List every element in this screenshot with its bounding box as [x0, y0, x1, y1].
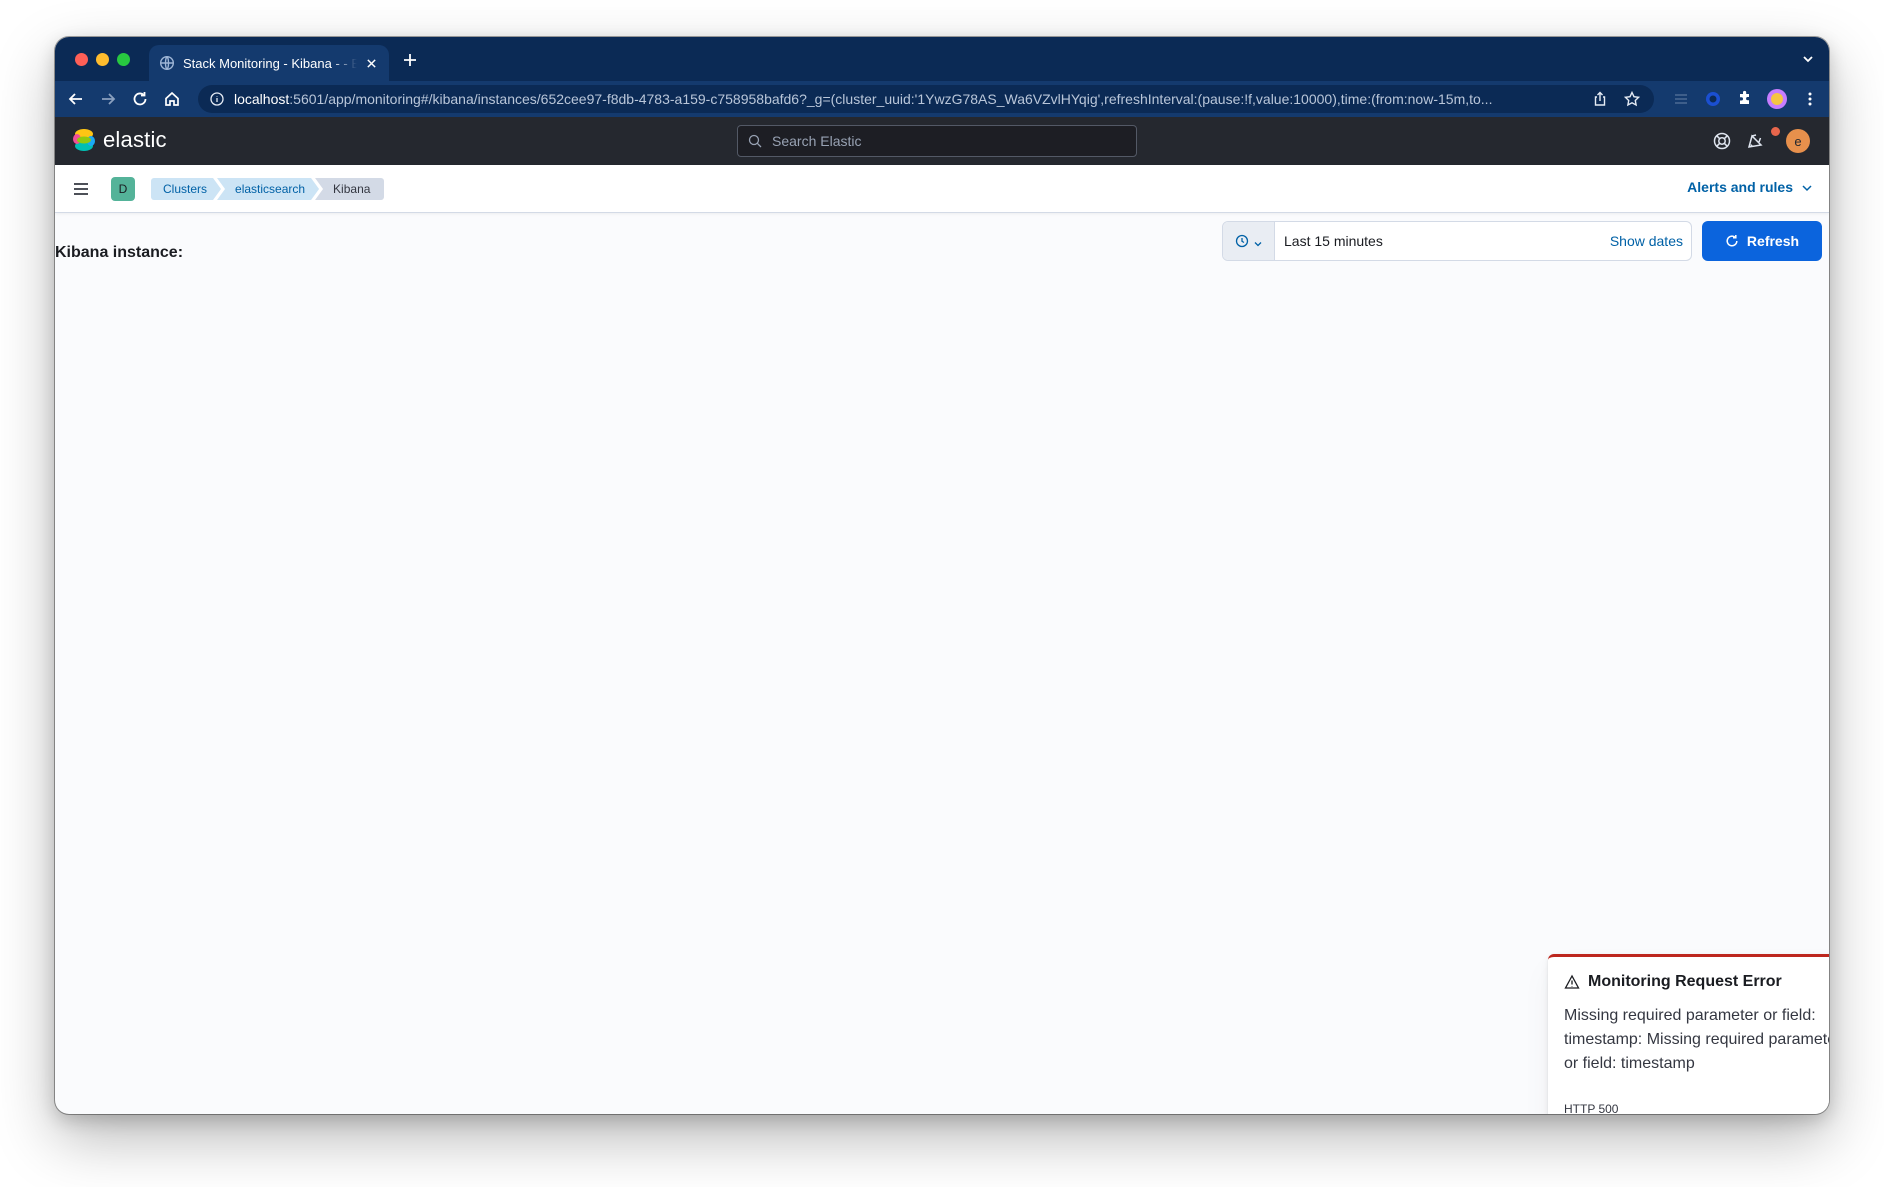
- search-icon: [748, 134, 762, 148]
- global-search[interactable]: [737, 125, 1137, 157]
- reload-icon[interactable]: [131, 90, 149, 108]
- url-text: localhost:5601/app/monitoring#/kibana/in…: [234, 91, 1592, 107]
- chevron-down-icon: [1253, 236, 1263, 247]
- close-icon[interactable]: [363, 55, 379, 71]
- date-picker: Last 15 minutes Show dates: [1222, 221, 1692, 261]
- info-icon[interactable]: [210, 92, 224, 106]
- extension-circle-icon[interactable]: [1704, 90, 1722, 108]
- back-arrow-icon[interactable]: [67, 90, 85, 108]
- quick-select-button[interactable]: [1223, 222, 1275, 260]
- chevron-down-icon[interactable]: [1801, 52, 1815, 66]
- notification-badge: [1771, 127, 1780, 136]
- toast-http-code: HTTP 500: [1564, 1102, 1619, 1114]
- url-bar[interactable]: localhost:5601/app/monitoring#/kibana/in…: [198, 85, 1654, 113]
- newsfeed-icon[interactable]: [1745, 131, 1765, 151]
- alerts-and-rules-menu[interactable]: Alerts and rules: [1687, 179, 1813, 195]
- more-vertical-icon[interactable]: [1801, 90, 1819, 108]
- browser-window: Stack Monitoring - Kibana - - Elastic: [55, 37, 1829, 1114]
- breadcrumb-kibana: Kibana: [315, 178, 385, 200]
- help-icon[interactable]: [1712, 131, 1732, 151]
- refresh-button[interactable]: Refresh: [1702, 221, 1822, 261]
- clock-icon: [1235, 234, 1249, 248]
- user-avatar[interactable]: e: [1786, 129, 1810, 153]
- toast-message: Missing required parameter or field: tim…: [1564, 1007, 1829, 1072]
- toast-header: Monitoring Request Error: [1564, 973, 1829, 991]
- date-range-label[interactable]: Last 15 minutes: [1275, 222, 1610, 260]
- error-toast: Monitoring Request Error Missing require…: [1548, 954, 1829, 1114]
- close-window-button[interactable]: [75, 53, 88, 66]
- address-bar-row: localhost:5601/app/monitoring#/kibana/in…: [55, 81, 1829, 117]
- share-icon[interactable]: [1592, 91, 1608, 107]
- page-title: Kibana instance:: [55, 244, 184, 261]
- space-avatar[interactable]: D: [111, 177, 135, 201]
- url-path: :5601/app/monitoring#/kibana/instances/6…: [289, 91, 1493, 107]
- url-host: localhost: [234, 91, 290, 107]
- show-dates-button[interactable]: Show dates: [1610, 222, 1691, 260]
- maximize-window-button[interactable]: [117, 53, 130, 66]
- tab-title: Stack Monitoring - Kibana - - Elastic: [183, 55, 357, 71]
- refresh-label: Refresh: [1746, 233, 1800, 249]
- alerts-label: Alerts and rules: [1687, 179, 1793, 195]
- forward-arrow-icon[interactable]: [99, 90, 117, 108]
- globe-icon: [159, 55, 175, 71]
- kibana-header: elastic: [55, 117, 1829, 165]
- puzzle-icon[interactable]: [1736, 90, 1754, 108]
- refresh-icon: [1725, 234, 1739, 248]
- breadcrumb-clusters[interactable]: Clusters: [151, 178, 221, 200]
- toast-title: Monitoring Request Error: [1588, 973, 1782, 990]
- home-icon[interactable]: [163, 90, 181, 108]
- menu-icon[interactable]: [71, 179, 91, 199]
- tab-bar: Stack Monitoring - Kibana - - Elastic: [55, 37, 1829, 81]
- minimize-window-button[interactable]: [96, 53, 109, 66]
- reading-list-icon[interactable]: [1672, 90, 1690, 108]
- breadcrumb-elasticsearch[interactable]: elasticsearch: [217, 178, 319, 200]
- profile-icon[interactable]: [1766, 88, 1788, 110]
- plus-icon[interactable]: [401, 51, 419, 69]
- elastic-logo[interactable]: elastic: [71, 127, 167, 153]
- alert-triangle-icon: [1564, 974, 1580, 990]
- elastic-logo-icon: [73, 129, 95, 151]
- logo-text: elastic: [103, 127, 167, 152]
- search-input[interactable]: [772, 133, 1112, 149]
- breadcrumb-bar: D Clusters elasticsearch Kibana Alerts a…: [55, 165, 1829, 213]
- browser-tab-active[interactable]: Stack Monitoring - Kibana - - Elastic: [149, 45, 389, 81]
- url-bar-actions: [1592, 90, 1654, 107]
- star-icon[interactable]: [1623, 90, 1641, 107]
- breadcrumb: Clusters elasticsearch Kibana: [151, 178, 385, 200]
- chevron-down-icon: [1801, 181, 1813, 193]
